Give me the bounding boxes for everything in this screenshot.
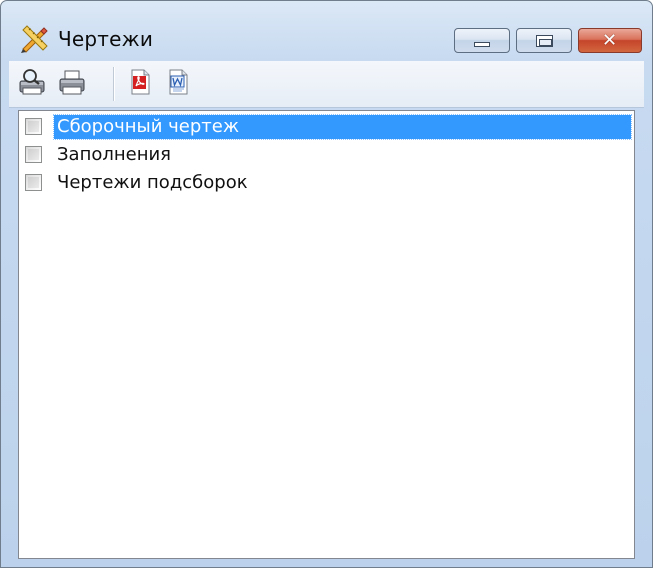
list-item[interactable]: Сборочный чертеж	[22, 114, 632, 140]
list-item-label: Сборочный чертеж	[53, 114, 632, 140]
toolbar	[9, 61, 644, 108]
minimize-icon	[474, 42, 490, 47]
print-preview-button[interactable]	[15, 67, 49, 101]
caption-buttons: ✕	[448, 28, 642, 55]
toolbar-separator	[113, 67, 115, 101]
close-button[interactable]: ✕	[578, 28, 642, 53]
export-pdf-button[interactable]	[123, 67, 157, 101]
drawings-window: Чертежи ✕ Сборочный чертеж Заполнения Че…	[0, 0, 653, 568]
list-item-label: Заполнения	[57, 144, 171, 165]
pdf-export-icon	[128, 68, 152, 100]
item-checkbox[interactable]	[25, 146, 42, 163]
print-icon	[57, 68, 87, 100]
drafting-tools-icon	[19, 24, 49, 54]
print-preview-icon	[17, 68, 47, 100]
list-item[interactable]: Заполнения	[22, 142, 631, 168]
maximize-button[interactable]	[516, 28, 572, 53]
list-item-label: Чертежи подсборок	[57, 172, 248, 193]
drawings-list[interactable]: Сборочный чертеж Заполнения Чертежи подс…	[18, 110, 635, 559]
item-checkbox[interactable]	[25, 174, 42, 191]
print-button[interactable]	[55, 67, 89, 101]
item-checkbox[interactable]	[25, 118, 42, 135]
export-word-button[interactable]	[161, 67, 195, 101]
title-bar[interactable]: Чертежи ✕	[1, 1, 652, 57]
window-title: Чертежи	[58, 27, 154, 51]
minimize-button[interactable]	[454, 28, 510, 53]
word-export-icon	[166, 68, 190, 100]
window-bottom-border	[1, 559, 652, 567]
maximize-icon	[536, 35, 553, 47]
list-item[interactable]: Чертежи подсборок	[22, 170, 631, 196]
close-icon: ✕	[602, 30, 618, 51]
